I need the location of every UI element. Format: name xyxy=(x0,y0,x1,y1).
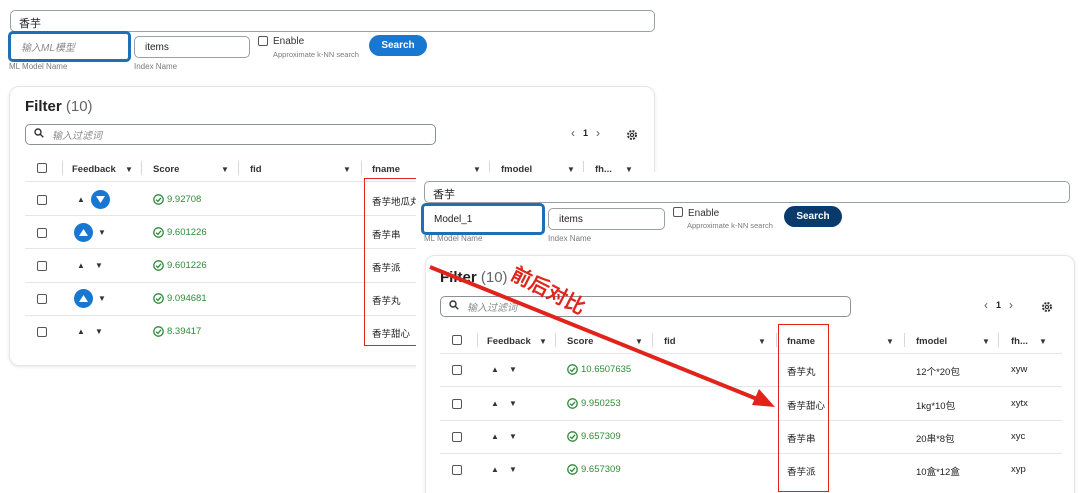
comparison-arrow xyxy=(429,265,775,407)
